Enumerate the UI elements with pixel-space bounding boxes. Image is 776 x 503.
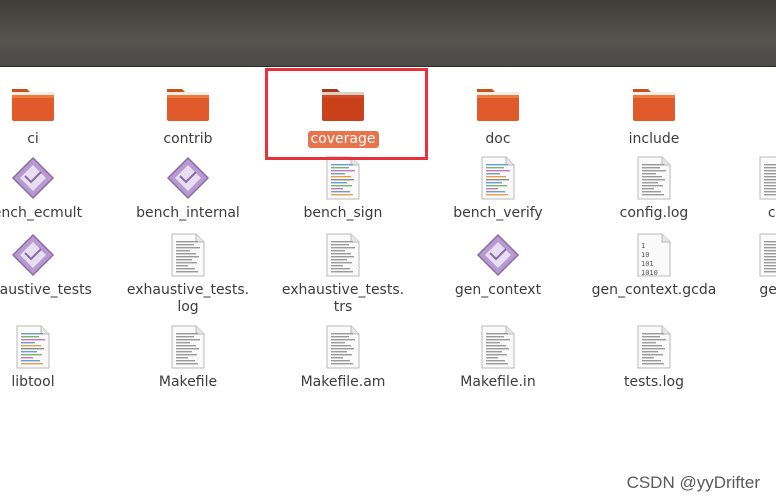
folder-icon — [9, 80, 57, 128]
svg-text:1010: 1010 — [641, 269, 658, 277]
svg-text:1: 1 — [641, 242, 645, 250]
file-label: bench_ecmult — [0, 205, 83, 221]
text-file-icon — [630, 323, 678, 371]
file-item-libtool[interactable]: libtool — [0, 323, 108, 391]
file-label: exhaustive_tests — [0, 282, 92, 298]
file-item-makefile[interactable]: Makefile — [113, 323, 263, 391]
watermark: CSDN @yyDrifter — [626, 473, 760, 492]
text-file-icon — [319, 231, 367, 279]
script-file-icon — [9, 323, 57, 371]
file-item-doc[interactable]: doc — [423, 80, 573, 148]
file-item-exhaustive-tests[interactable]: exhaustive_tests — [0, 231, 108, 299]
text-file-icon — [752, 154, 776, 202]
file-label: Makefile — [158, 374, 218, 390]
text-file-icon — [164, 231, 212, 279]
file-item-partial-co[interactable]: co — [746, 154, 776, 222]
file-item-bench-sign[interactable]: bench_sign — [268, 154, 418, 222]
file-label: doc — [485, 131, 511, 147]
folder-icon — [164, 80, 212, 128]
executable-icon — [474, 231, 522, 279]
file-label: ci — [27, 131, 39, 147]
file-item-include[interactable]: include — [579, 80, 729, 148]
file-label: include — [628, 131, 680, 147]
file-label: tests.log — [624, 374, 684, 390]
file-label: libtool — [11, 374, 55, 390]
file-item-contrib[interactable]: contrib — [113, 80, 263, 148]
svg-text:10: 10 — [641, 251, 649, 259]
file-label: Makefile.am — [300, 374, 386, 390]
file-item-bench-verify[interactable]: bench_verify — [423, 154, 573, 222]
file-label: bench_sign — [303, 205, 383, 221]
file-label: exhaustive_tests. trs — [281, 282, 405, 315]
file-item-partial-gen[interactable]: gen_ — [746, 231, 776, 299]
executable-icon — [9, 154, 57, 202]
file-label: gen_ — [759, 282, 776, 298]
text-file-icon — [164, 323, 212, 371]
svg-text:101: 101 — [641, 260, 654, 268]
file-item-bench-internal[interactable]: bench_internal — [113, 154, 263, 222]
file-item-makefile-am[interactable]: Makefile.am — [268, 323, 418, 391]
file-item-gen-context[interactable]: gen_context — [423, 231, 573, 299]
file-item-ci[interactable]: ci — [0, 80, 108, 148]
text-file-icon — [630, 154, 678, 202]
file-label: co — [767, 205, 776, 221]
folder-icon — [474, 80, 522, 128]
executable-icon — [164, 154, 212, 202]
script-file-icon — [474, 154, 522, 202]
binary-file-icon: 1 10 101 1010 — [630, 231, 678, 279]
script-file-icon — [319, 154, 367, 202]
file-label: gen_context — [454, 282, 542, 298]
file-label: contrib — [163, 131, 213, 147]
file-item-makefile-in[interactable]: Makefile.in — [423, 323, 573, 391]
text-file-icon — [319, 323, 367, 371]
executable-icon — [9, 231, 57, 279]
file-item-config-log[interactable]: config.log — [579, 154, 729, 222]
file-label: Makefile.in — [460, 374, 536, 390]
file-label: bench_internal — [136, 205, 240, 221]
file-label: exhaustive_tests. log — [126, 282, 250, 315]
folder-icon — [630, 80, 678, 128]
window-header-bar — [0, 0, 776, 67]
file-item-gen-context-gcda[interactable]: 1 10 101 1010 gen_context.gcda — [579, 231, 729, 299]
text-file-icon — [752, 231, 776, 279]
file-label: gen_context.gcda — [591, 282, 717, 298]
file-item-bench-ecmult[interactable]: bench_ecmult — [0, 154, 108, 222]
text-file-icon — [474, 323, 522, 371]
selection-highlight-box — [265, 68, 428, 160]
file-item-exhaustive-tests-trs[interactable]: exhaustive_tests. trs — [268, 231, 418, 316]
file-label: bench_verify — [453, 205, 543, 221]
file-label: config.log — [619, 205, 689, 221]
file-item-tests-log[interactable]: tests.log — [579, 323, 729, 391]
file-item-exhaustive-tests-log[interactable]: exhaustive_tests. log — [113, 231, 263, 316]
